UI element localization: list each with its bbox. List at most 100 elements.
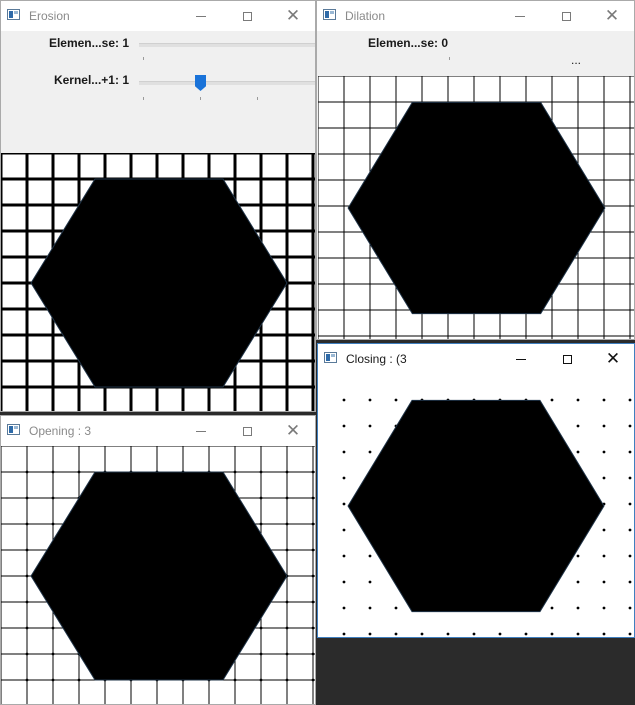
- minimize-button[interactable]: [178, 416, 224, 446]
- maximize-button[interactable]: [224, 1, 270, 31]
- close-button[interactable]: ✕: [589, 1, 634, 31]
- trackbar-tick: [449, 57, 450, 60]
- grid-dot: [628, 424, 632, 428]
- grid-dot: [311, 522, 315, 526]
- grid-dot: [602, 424, 606, 428]
- minimize-button[interactable]: [178, 1, 224, 31]
- trackbar-track[interactable]: [139, 43, 315, 47]
- grid-dot: [628, 398, 632, 402]
- minimize-icon: [516, 358, 526, 360]
- grid-dot: [25, 626, 29, 630]
- closing-titlebar[interactable]: Closing : (3 ✕: [318, 344, 634, 374]
- close-icon: ✕: [605, 348, 621, 369]
- grid-dot: [25, 652, 29, 656]
- grid-dot: [311, 574, 315, 578]
- closing-window: Closing : (3 ✕: [317, 343, 635, 638]
- grid-dot: [285, 548, 289, 552]
- erosion-image: [1, 153, 315, 411]
- closing-image: [318, 374, 634, 637]
- trackbar-thumb[interactable]: [195, 75, 206, 91]
- grid-dot: [342, 476, 346, 480]
- grid-dot: [51, 678, 55, 682]
- maximize-button[interactable]: [544, 344, 590, 374]
- grid-dot: [602, 580, 606, 584]
- opening-titlebar[interactable]: Opening : 3 ✕: [1, 416, 315, 446]
- minimize-button[interactable]: [498, 344, 544, 374]
- grid-dot: [51, 496, 55, 500]
- erosion-window: Erosion ✕ Elemen...se: 1 Kernel...+1: 1: [0, 0, 316, 412]
- grid-dot: [342, 424, 346, 428]
- grid-dot: [394, 606, 398, 610]
- dilation-image: [318, 76, 634, 339]
- grid-dot: [602, 606, 606, 610]
- grid-dot: [77, 678, 81, 682]
- grid-dot: [25, 522, 29, 526]
- close-button[interactable]: ✕: [270, 416, 315, 446]
- grid-dot: [420, 632, 424, 636]
- maximize-button[interactable]: [543, 1, 589, 31]
- opencv-window-icon: [324, 352, 337, 363]
- dilation-titlebar[interactable]: Dilation ✕: [317, 1, 634, 31]
- erosion-titlebar[interactable]: Erosion ✕: [1, 1, 315, 31]
- grid-dot: [25, 574, 29, 578]
- grid-dot: [285, 496, 289, 500]
- grid-dot: [285, 626, 289, 630]
- opencv-window-icon: [7, 9, 20, 20]
- opencv-window-icon: [7, 424, 20, 435]
- grid-dot: [25, 678, 29, 682]
- grid-dot: [285, 522, 289, 526]
- trackbar-tick: [257, 97, 258, 100]
- grid-dot: [576, 554, 580, 558]
- minimize-button[interactable]: [497, 1, 543, 31]
- grid-dot: [311, 548, 315, 552]
- grid-dot: [576, 424, 580, 428]
- grid-dot: [628, 450, 632, 454]
- window-title: Dilation: [345, 9, 386, 23]
- dilation-window: Dilation ✕ Elemen...se: 0 ...: [316, 0, 635, 340]
- grid-dot: [576, 450, 580, 454]
- grid-dot: [602, 450, 606, 454]
- grid-dot: [472, 632, 476, 636]
- maximize-button[interactable]: [224, 416, 270, 446]
- close-button[interactable]: ✕: [590, 344, 634, 374]
- dilation-canvas: [318, 76, 634, 339]
- hexagon-shape: [30, 471, 288, 681]
- grid-dot: [446, 632, 450, 636]
- grid-dot: [498, 632, 502, 636]
- grid-dot: [576, 398, 580, 402]
- grid-dot: [342, 502, 346, 506]
- minimize-icon: [515, 15, 525, 17]
- erosion-canvas: [1, 153, 315, 411]
- grid-dot: [342, 528, 346, 532]
- trackbar-tick: [200, 97, 201, 100]
- trackbar-overflow: ...: [570, 53, 581, 67]
- grid-dot: [25, 548, 29, 552]
- trackbar-kernel-size: Kernel...+1: 1: [1, 71, 315, 111]
- trackbar-tick: [143, 57, 144, 60]
- grid-dot: [368, 554, 372, 558]
- grid-dot: [285, 470, 289, 474]
- grid-dot: [602, 632, 606, 636]
- close-icon: ✕: [285, 5, 301, 26]
- grid-dot: [576, 580, 580, 584]
- grid-dot: [311, 678, 315, 682]
- trackbar-label: Elemen...se: 0: [367, 36, 448, 50]
- grid-dot: [602, 476, 606, 480]
- hexagon-shape: [30, 178, 288, 388]
- opening-canvas: [1, 446, 315, 704]
- grid-dot: [628, 554, 632, 558]
- grid-dot: [259, 626, 263, 630]
- grid-dot: [576, 632, 580, 636]
- close-button[interactable]: ✕: [270, 1, 315, 31]
- grid-dot: [259, 678, 263, 682]
- maximize-icon: [242, 11, 252, 21]
- grid-dot: [628, 528, 632, 532]
- grid-dot: [342, 450, 346, 454]
- trackbar-element-shape: Elemen...se: 1: [1, 31, 315, 71]
- trackbar-track[interactable]: [139, 81, 315, 85]
- grid-dot: [311, 496, 315, 500]
- grid-dot: [233, 470, 237, 474]
- grid-dot: [285, 600, 289, 604]
- grid-dot: [628, 580, 632, 584]
- grid-dot: [342, 554, 346, 558]
